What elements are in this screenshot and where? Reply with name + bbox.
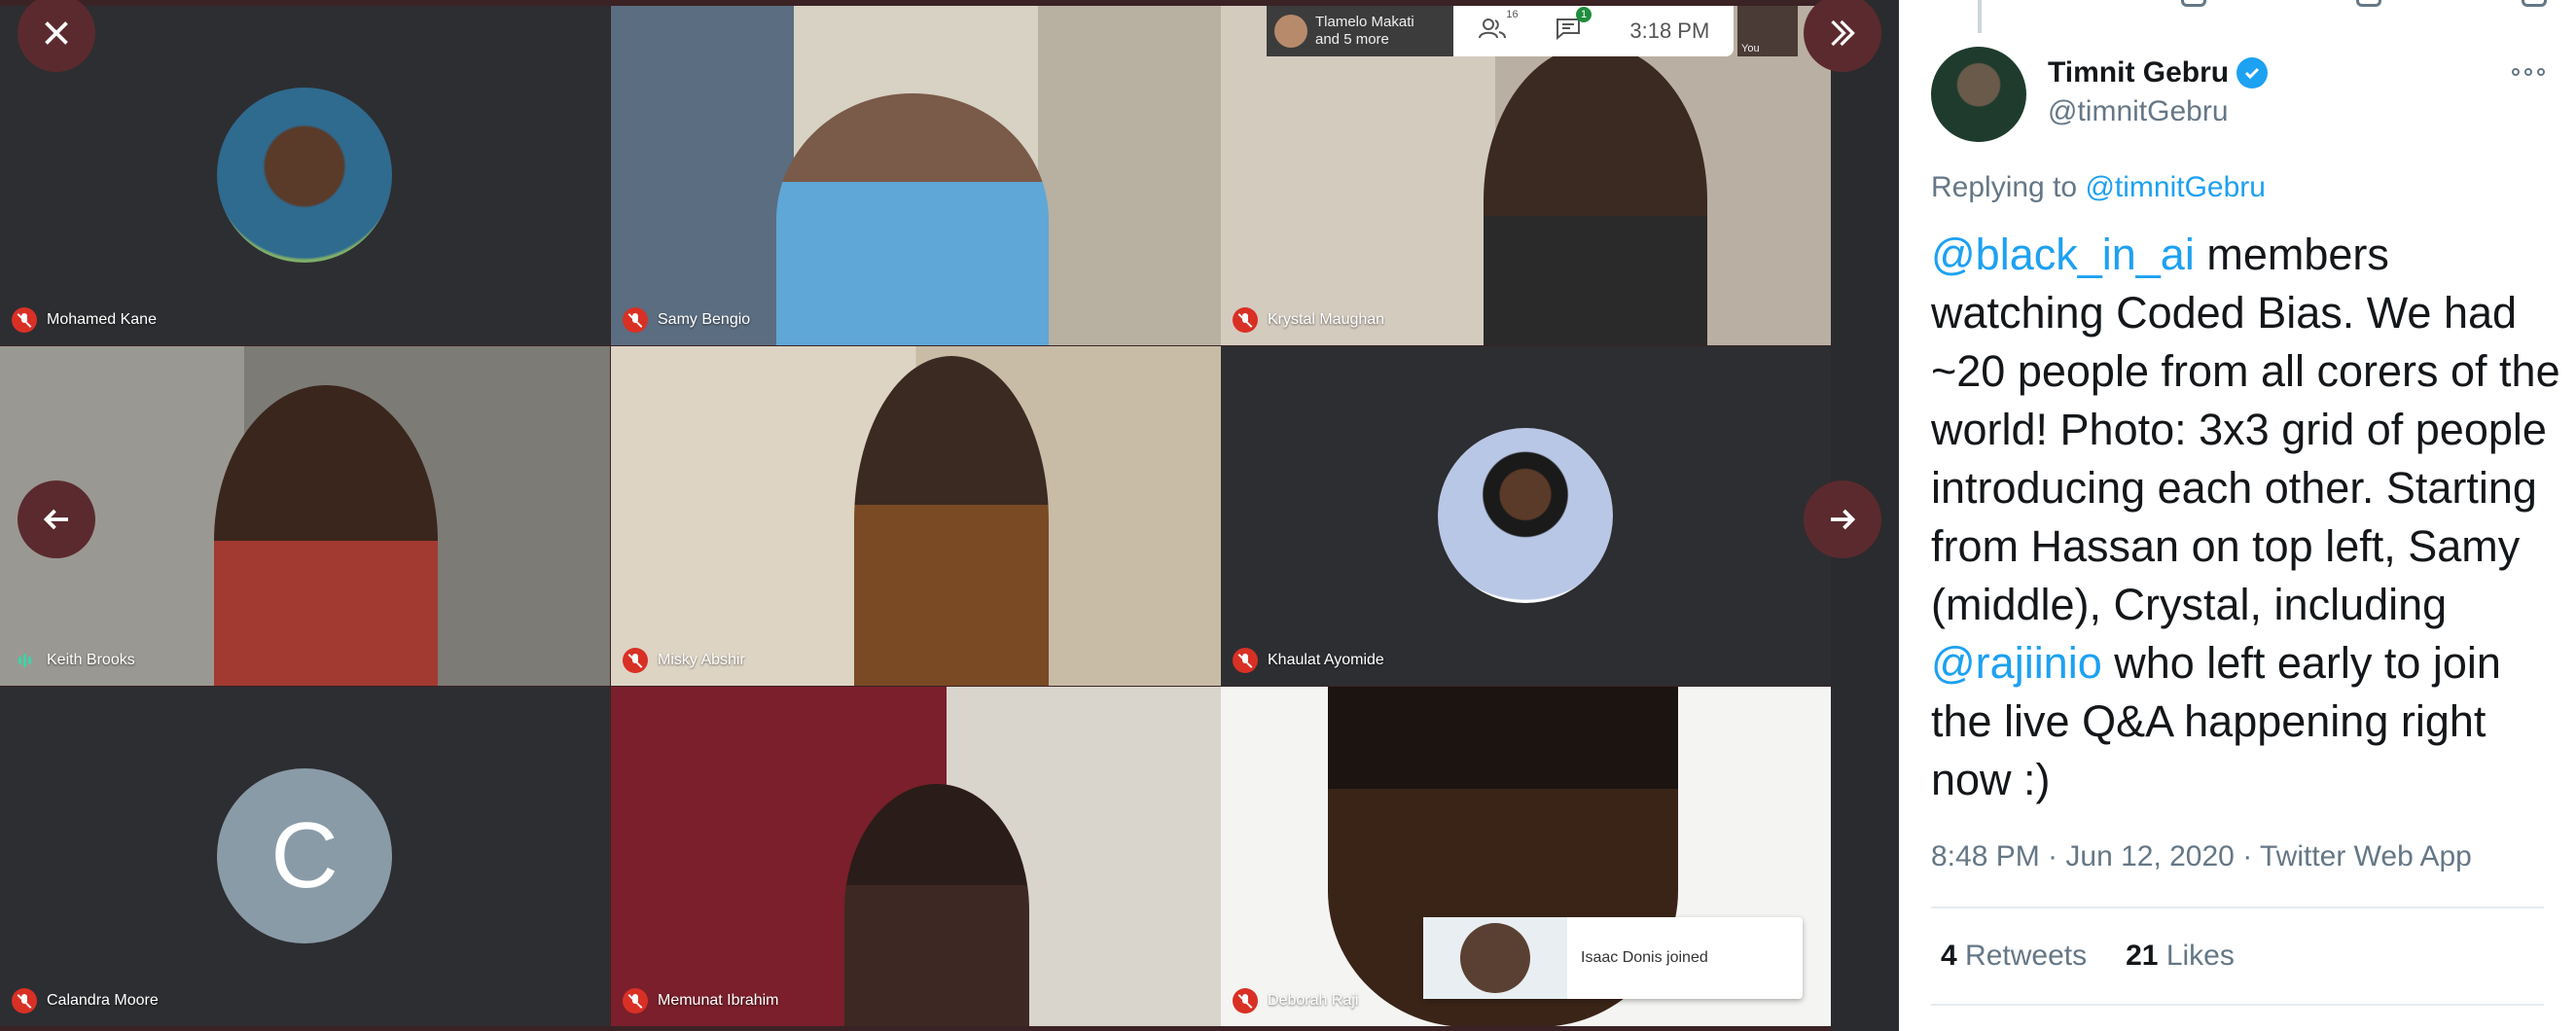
participant-name: Mohamed Kane xyxy=(47,311,157,328)
participant-grid: Mohamed Kane Samy Bengio Krystal Maughan xyxy=(0,6,1831,1027)
mention-link[interactable]: @black_in_ai xyxy=(1931,230,2195,279)
presenter-more: and 5 more xyxy=(1315,31,1389,48)
presenter-name: Tlamelo Makati xyxy=(1315,14,1414,30)
author-display-name[interactable]: Timnit Gebru xyxy=(2048,56,2229,89)
participant-name: Memunat Ibrahim xyxy=(658,992,779,1009)
participant-video xyxy=(1484,45,1707,345)
participant-video xyxy=(776,93,1049,345)
participant-name: Krystal Maughan xyxy=(1268,311,1385,328)
participant-tile[interactable]: Mohamed Kane xyxy=(0,6,610,345)
mic-off-icon xyxy=(623,988,648,1013)
participant-avatar xyxy=(217,88,392,263)
author-handle[interactable]: @timnitGebru xyxy=(2048,95,2229,128)
participant-tile[interactable]: C Calandra Moore xyxy=(0,687,610,1026)
self-label: You xyxy=(1741,43,1760,54)
mention-link[interactable]: @rajiinio xyxy=(1931,638,2102,688)
mic-off-icon xyxy=(1233,307,1258,333)
participant-name: Misky Abshir xyxy=(658,652,745,668)
tweet-timestamp[interactable]: 8:48 PM · Jun 12, 2020 · Twitter Web App xyxy=(1931,840,2472,873)
double-chevron-right-icon xyxy=(1831,19,1855,47)
participant-tile[interactable]: Samy Bengio xyxy=(611,6,1221,345)
meeting-info-bar: Tlamelo Makati and 5 more 16 1 3:18 PM xyxy=(1267,6,1734,56)
participant-tile[interactable]: Misky Abshir xyxy=(611,346,1221,686)
mic-off-icon xyxy=(623,648,648,673)
participant-video xyxy=(854,356,1049,686)
mic-off-icon xyxy=(1233,988,1258,1013)
divider xyxy=(1931,1004,2544,1006)
presenter-chip[interactable]: Tlamelo Makati and 5 more xyxy=(1267,6,1453,56)
participant-tile[interactable]: Krystal Maughan xyxy=(1221,6,1831,345)
thread-line xyxy=(1978,0,1982,33)
mic-off-icon xyxy=(623,307,648,333)
replying-to: Replying to @timnitGebru xyxy=(1931,171,2266,203)
share-icon[interactable] xyxy=(2522,0,2547,7)
self-view[interactable]: You xyxy=(1737,6,1798,56)
participant-name: Deborah Raji xyxy=(1268,992,1359,1009)
mic-off-icon xyxy=(12,307,37,333)
retweets-stat[interactable]: 4 Retweets xyxy=(1941,940,2087,973)
likes-stat[interactable]: 21 Likes xyxy=(2126,940,2235,973)
participant-tile[interactable]: Memunat Ibrahim xyxy=(611,687,1221,1026)
join-notification: Isaac Donis joined xyxy=(1423,917,1803,999)
tweet-panel: Timnit Gebru @timnitGebru Replying to @t… xyxy=(1899,0,2576,1031)
next-button[interactable] xyxy=(1804,480,1881,558)
participant-name: Keith Brooks xyxy=(47,652,135,668)
participant-video xyxy=(214,385,438,686)
close-icon xyxy=(45,21,68,45)
chat-button[interactable]: 1 xyxy=(1555,7,1592,46)
participant-name: Khaulat Ayomide xyxy=(1268,652,1384,668)
previous-button[interactable] xyxy=(18,480,95,558)
joiner-avatar xyxy=(1460,923,1530,993)
participant-letter-avatar: C xyxy=(217,768,392,943)
mic-on-icon xyxy=(12,648,37,673)
author-avatar[interactable] xyxy=(1931,47,2026,142)
arrow-left-icon xyxy=(43,509,68,530)
divider xyxy=(1931,907,2544,908)
verified-badge-icon xyxy=(2236,57,2269,89)
participant-tile[interactable]: Khaulat Ayomide xyxy=(1221,346,1831,686)
participants-button[interactable]: 16 xyxy=(1478,9,1519,46)
participant-name: Samy Bengio xyxy=(658,311,751,328)
tweet-text: @black_in_ai members watching Coded Bias… xyxy=(1931,230,2560,804)
replying-to-link[interactable]: @timnitGebru xyxy=(2085,171,2266,203)
presenter-avatar xyxy=(1274,15,1307,48)
chat-badge: 1 xyxy=(1576,7,1592,22)
more-options-icon[interactable] xyxy=(2512,68,2545,76)
people-icon xyxy=(1478,18,1506,39)
tweet-stats: 4 Retweets 21 Likes xyxy=(1941,940,2235,973)
mic-off-icon xyxy=(1233,648,1258,673)
mic-off-icon xyxy=(12,988,37,1013)
join-notification-text: Isaac Donis joined xyxy=(1581,949,1708,966)
like-icon[interactable] xyxy=(2356,0,2381,7)
arrow-right-icon xyxy=(1831,509,1856,530)
participant-video xyxy=(844,784,1029,1026)
meeting-time: 3:18 PM xyxy=(1629,18,1710,43)
participant-name: Calandra Moore xyxy=(47,992,159,1009)
participant-avatar xyxy=(1438,428,1613,603)
participant-count: 16 xyxy=(1506,9,1519,20)
video-call-window: Mohamed Kane Samy Bengio Krystal Maughan xyxy=(0,0,1899,1031)
reply-icon[interactable] xyxy=(2181,0,2206,7)
